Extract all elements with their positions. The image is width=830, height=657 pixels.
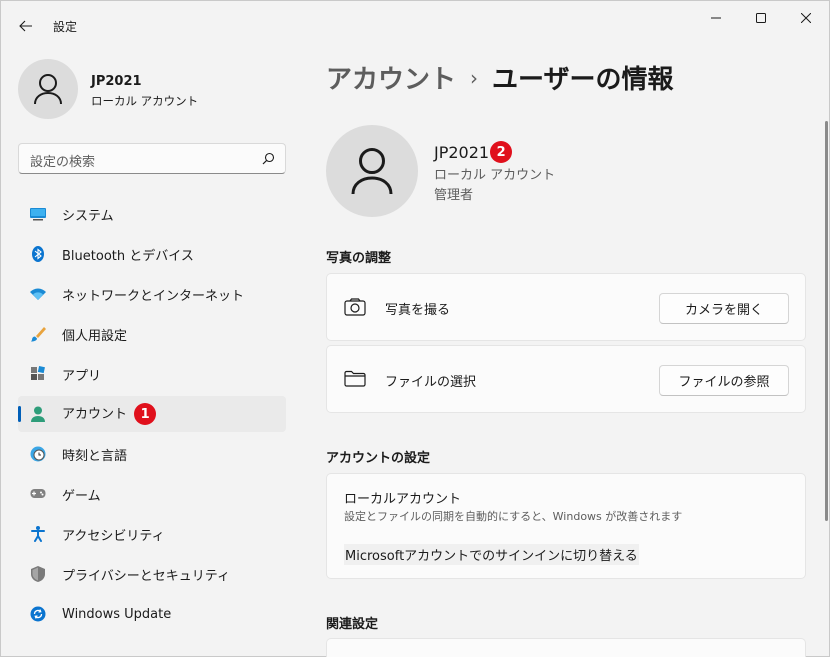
sidebar-item-label: システム [62, 208, 114, 224]
apps-icon [30, 366, 46, 382]
choose-file-label: ファイルの選択 [385, 375, 477, 390]
sidebar-item-label: 個人用設定 [62, 328, 128, 344]
sidebar-item-label: Bluetooth とデバイス [62, 248, 194, 264]
profile-account-type: ローカル アカウント [91, 94, 199, 108]
windows-update-icon [30, 606, 46, 622]
shield-icon [30, 566, 46, 582]
switch-to-microsoft-account-link[interactable]: Microsoftアカウントでのサインインに切り替える [344, 544, 639, 565]
local-account-description: 設定とファイルの同期を自動的にすると、Windows が改善されます [344, 510, 683, 523]
section-title-related: 関連設定 [326, 617, 379, 632]
app-title: 設定 [53, 20, 78, 34]
sidebar-item-label: ゲーム [62, 488, 101, 504]
sidebar-item-label: アクセシビリティ [62, 528, 165, 544]
page-title: ユーザーの情報 [492, 65, 674, 95]
breadcrumb-separator: › [470, 66, 479, 90]
local-account-card: ローカルアカウント 設定とファイルの同期を自動的にすると、Windows が改善… [326, 473, 806, 579]
open-camera-button[interactable]: カメラを開く [659, 293, 789, 324]
sidebar-item-label: ネットワークとインターネット [62, 288, 245, 304]
section-title-account-settings: アカウントの設定 [326, 451, 431, 466]
scrollbar[interactable] [825, 121, 828, 521]
account-icon [30, 406, 46, 422]
person-icon [351, 148, 393, 195]
sidebar-item-windows-update[interactable]: Windows Update [18, 596, 286, 632]
user-name: JP2021 2 [434, 141, 513, 163]
minimize-button[interactable] [693, 5, 739, 31]
bluetooth-icon [30, 246, 46, 262]
sidebar-item-label: アプリ [62, 368, 102, 384]
time-language-icon [30, 446, 46, 462]
camera-icon [344, 298, 366, 316]
profile-name: JP2021 [91, 74, 142, 89]
sidebar-item-gaming[interactable]: ゲーム [18, 476, 286, 512]
sidebar-item-label: アカウント 1 [62, 403, 157, 426]
sidebar-item-bluetooth[interactable]: Bluetooth とデバイス [18, 236, 286, 272]
sidebar-item-apps[interactable]: アプリ [18, 356, 286, 392]
settings-window: 設定 JP2021 ローカル アカウント 設定の検索 システム Bluetoot… [0, 0, 830, 657]
sidebar-item-privacy[interactable]: プライバシーとセキュリティ [18, 556, 286, 592]
accessibility-icon [30, 526, 46, 542]
profile-avatar[interactable] [18, 59, 78, 119]
sidebar-item-label: プライバシーとセキュリティ [62, 568, 230, 584]
step-marker-1: 1 [134, 403, 157, 426]
breadcrumb: アカウント › ユーザーの情報 [326, 59, 674, 96]
related-settings-card [326, 638, 806, 657]
sidebar-item-label: Windows Update [62, 606, 172, 622]
choose-file-card: ファイルの選択 ファイルの参照 [326, 345, 806, 413]
local-account-title: ローカルアカウント [344, 492, 462, 507]
search-input[interactable]: 設定の検索 [18, 143, 286, 174]
close-icon [801, 13, 811, 23]
search-icon [262, 152, 275, 165]
user-avatar [326, 125, 418, 217]
user-role: 管理者 [434, 188, 474, 203]
sidebar-item-accessibility[interactable]: アクセシビリティ [18, 516, 286, 552]
title-bar: 設定 [1, 1, 829, 45]
back-button[interactable] [13, 13, 39, 39]
sidebar-item-system[interactable]: システム [18, 196, 286, 232]
sidebar-item-accounts[interactable]: アカウント 1 [18, 396, 286, 432]
search-placeholder: 設定の検索 [30, 155, 96, 170]
maximize-icon [756, 13, 766, 23]
maximize-button[interactable] [738, 5, 784, 31]
sidebar-nav: システム Bluetooth とデバイス ネットワークとインターネット 個人用設… [18, 196, 286, 636]
take-photo-card: 写真を撮る カメラを開く [326, 273, 806, 341]
sidebar-item-personalization[interactable]: 個人用設定 [18, 316, 286, 352]
gamepad-icon [30, 486, 46, 502]
browse-files-button[interactable]: ファイルの参照 [659, 365, 789, 396]
sidebar-item-time-language[interactable]: 時刻と言語 [18, 436, 286, 472]
close-button[interactable] [783, 5, 829, 31]
breadcrumb-parent[interactable]: アカウント [326, 65, 456, 95]
user-account-type: ローカル アカウント [434, 168, 556, 183]
person-icon [34, 74, 62, 105]
back-arrow-icon [19, 20, 32, 32]
network-icon [30, 286, 46, 302]
section-title-photo: 写真の調整 [326, 251, 392, 266]
brush-icon [30, 326, 46, 342]
sidebar-item-network[interactable]: ネットワークとインターネット [18, 276, 286, 312]
take-photo-label: 写真を撮る [385, 303, 451, 318]
minimize-icon [711, 17, 721, 19]
sidebar-item-label: 時刻と言語 [62, 448, 128, 464]
step-marker-2: 2 [490, 141, 513, 163]
folder-icon [344, 370, 366, 387]
system-icon [30, 206, 46, 222]
